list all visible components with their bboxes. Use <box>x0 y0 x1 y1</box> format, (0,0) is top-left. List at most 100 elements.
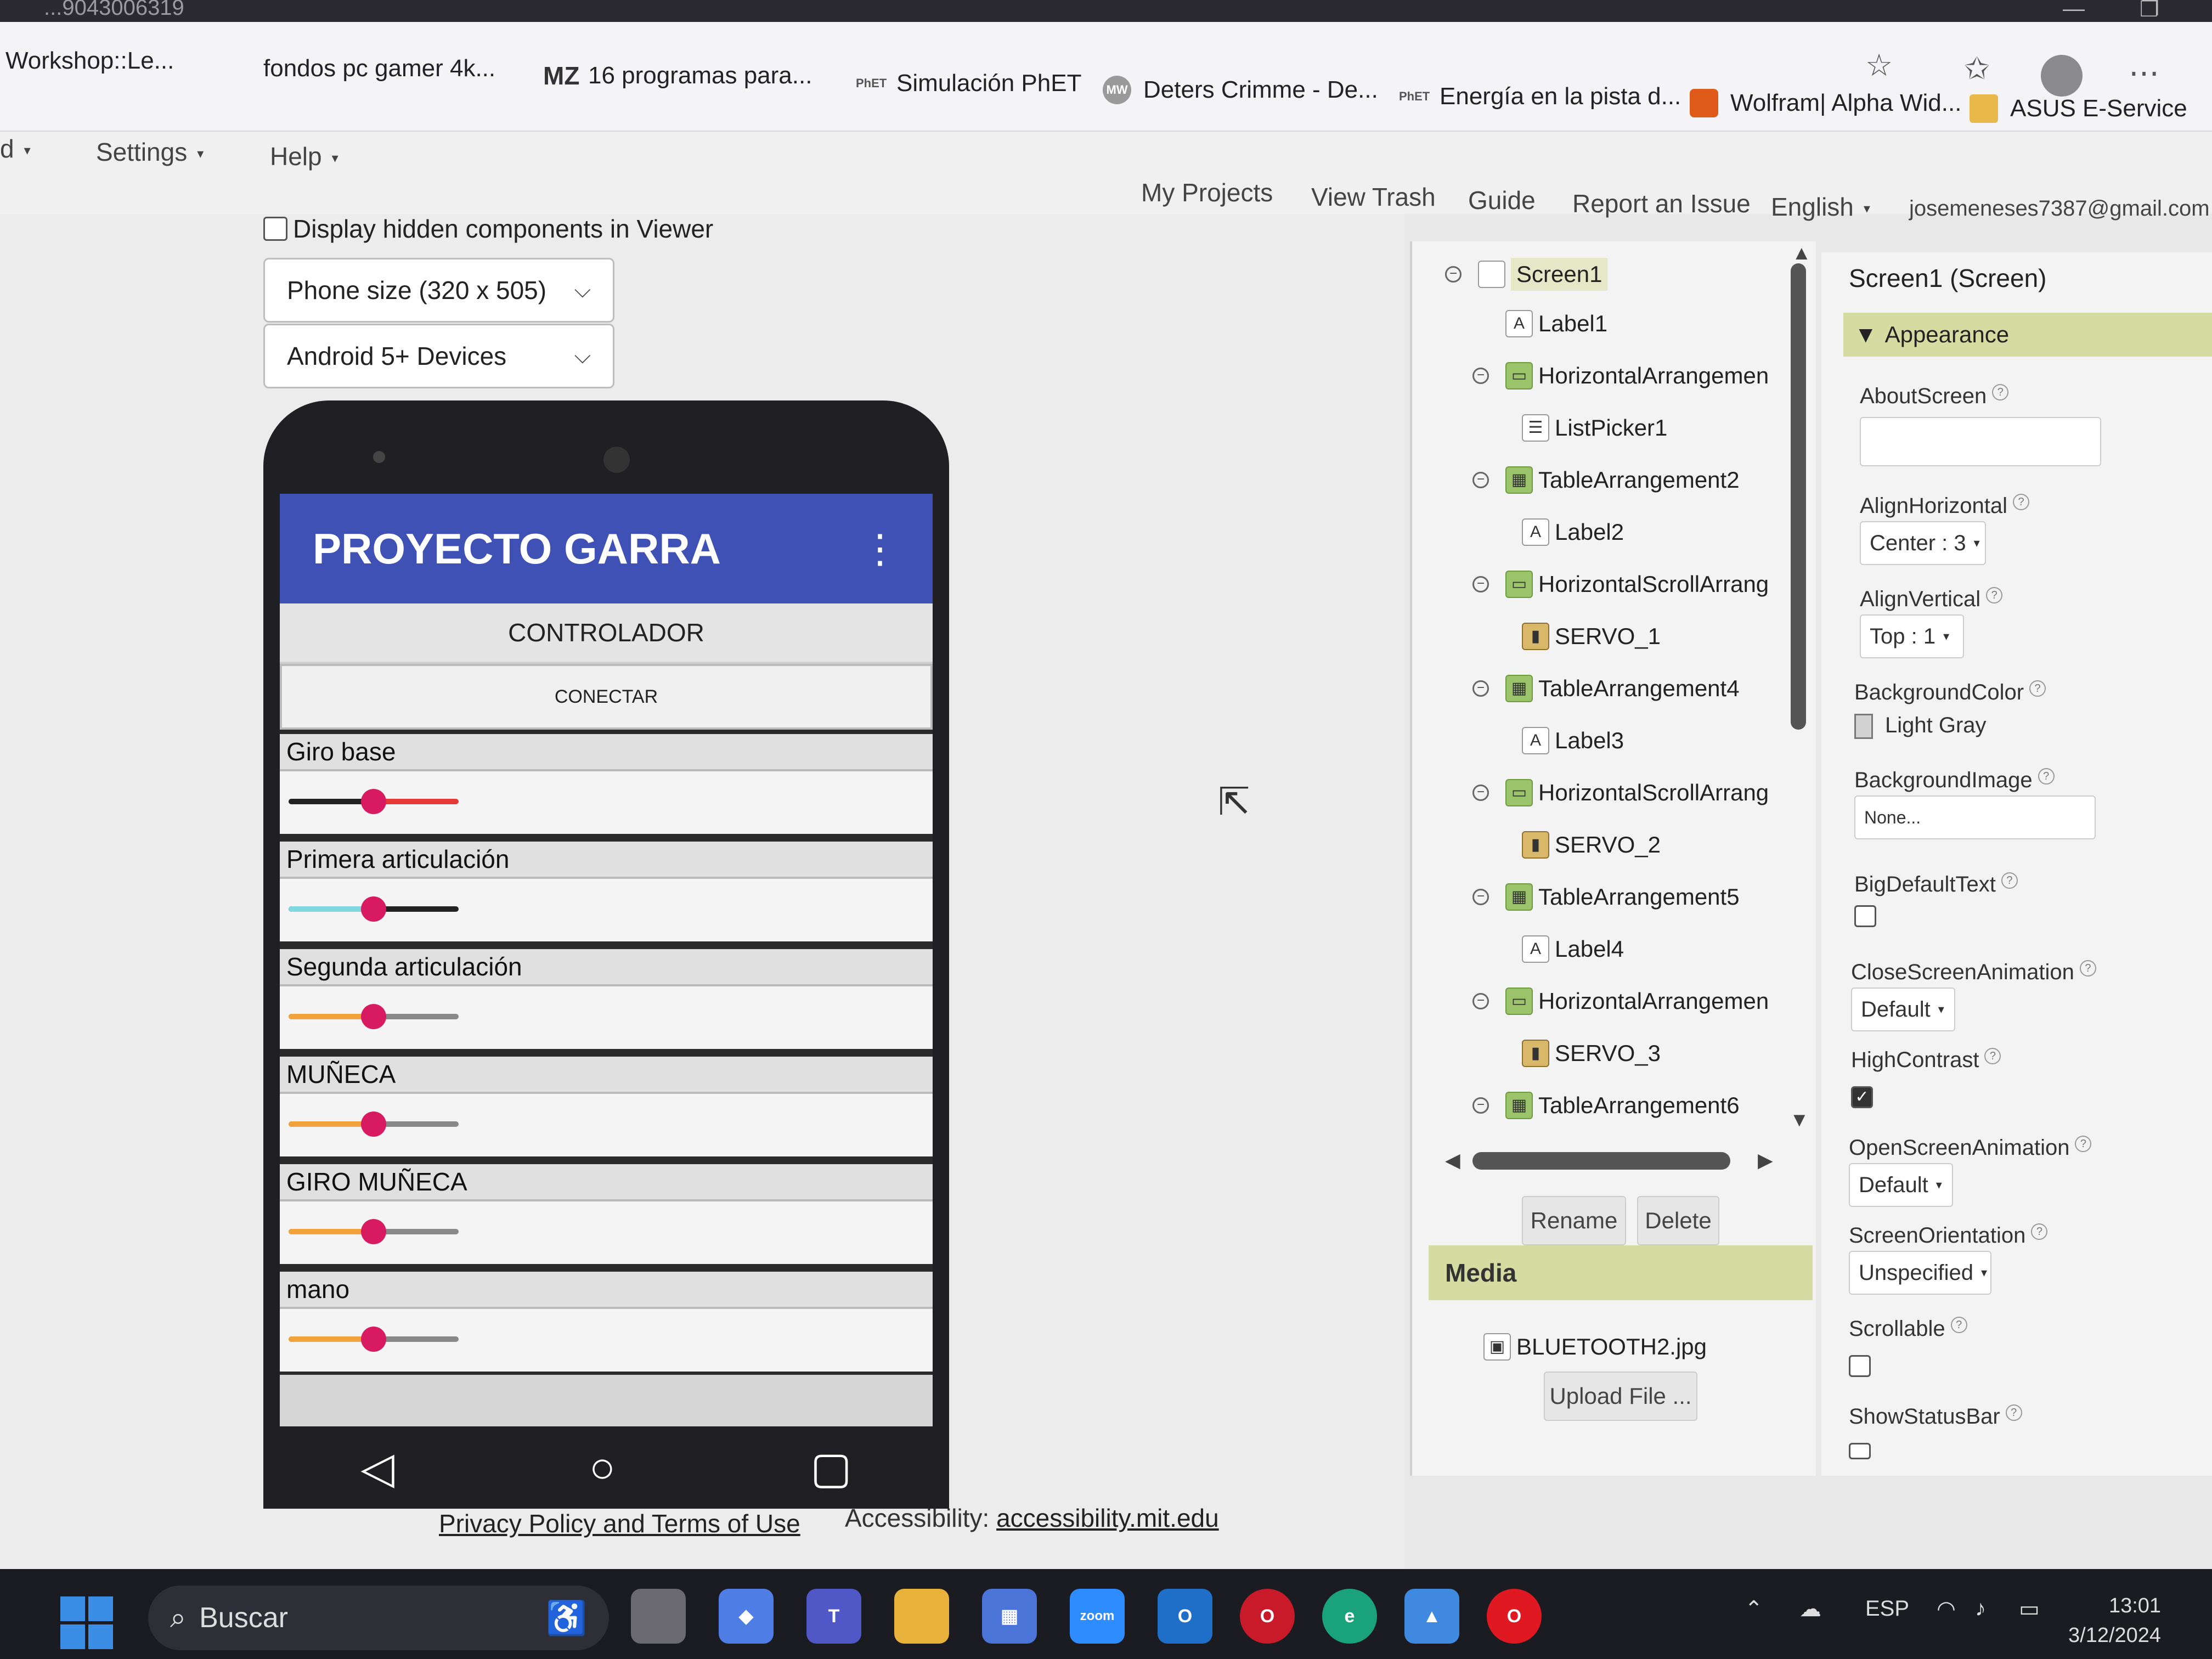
collapse-icon[interactable]: − <box>1472 993 1489 1009</box>
slider-track[interactable] <box>289 1111 459 1137</box>
back-icon[interactable]: ◁ <box>360 1442 394 1493</box>
tree-item[interactable]: − ▦ TableArrangement5 <box>1472 883 1740 911</box>
store-icon[interactable]: ▦ <box>982 1589 1037 1644</box>
collapse-icon[interactable]: − <box>1472 889 1489 905</box>
tree-item[interactable]: A Label2 <box>1522 518 1624 546</box>
collapse-icon[interactable]: − <box>1472 1097 1489 1114</box>
teams-icon[interactable]: T <box>806 1589 861 1644</box>
tree-item[interactable]: − ▭ HorizontalScrollArrang <box>1472 571 1769 598</box>
favorites-icon[interactable]: ✩ <box>1964 50 1990 87</box>
align-vertical-select[interactable]: Top : 1 ▾ <box>1860 614 1964 658</box>
slider-track[interactable] <box>289 896 459 922</box>
battery-icon[interactable]: ▭ <box>2019 1596 2040 1622</box>
slider-track[interactable] <box>289 1004 459 1029</box>
tree-vertical-scrollbar[interactable] <box>1791 263 1806 730</box>
controller-label[interactable]: CONTROLADOR <box>280 603 933 664</box>
row-label[interactable]: GIRO MUÑECA <box>280 1160 933 1201</box>
delete-button[interactable]: Delete <box>1637 1196 1719 1245</box>
show-status-bar-checkbox[interactable] <box>1849 1443 1871 1459</box>
file-explorer-icon[interactable] <box>894 1589 949 1644</box>
tree-item[interactable]: A Label3 <box>1522 727 1624 754</box>
bookmark-mz[interactable]: MZ 16 programas para... <box>543 61 812 90</box>
phone-size-select[interactable]: Phone size (320 x 505) ⌵ <box>263 258 614 323</box>
tree-item[interactable]: − Screen1 <box>1445 258 1608 291</box>
onedrive-icon[interactable]: ☁ <box>1799 1596 1821 1622</box>
restore-icon[interactable]: ❐ <box>2140 0 2159 22</box>
bookmark-energia[interactable]: PhET Energía en la pista d... <box>1399 82 1681 111</box>
background-image-picker[interactable]: None... <box>1854 795 2096 839</box>
tree-item[interactable]: − ▭ HorizontalArrangemen <box>1472 362 1769 390</box>
more-icon[interactable]: ⋯ <box>2129 55 2159 91</box>
row-label[interactable]: Primera articulación <box>280 837 933 879</box>
rename-button[interactable]: Rename <box>1522 1196 1626 1245</box>
open-animation-select[interactable]: Default ▾ <box>1849 1163 1953 1207</box>
account-email[interactable]: josemeneses7387@gmail.com <box>1909 196 2210 221</box>
menu-language[interactable]: English ▾ <box>1771 192 1870 222</box>
tree-item[interactable]: ☰ ListPicker1 <box>1522 414 1667 442</box>
tree-item[interactable]: − ▭ HorizontalScrollArrang <box>1472 779 1769 806</box>
bookmark-workshop[interactable]: Workshop::Le... <box>5 47 174 75</box>
slider-track[interactable] <box>289 1219 459 1244</box>
appearance-group[interactable]: ▼ Appearance <box>1843 313 2212 357</box>
system-clock[interactable]: 13:01 3/12/2024 <box>2068 1591 2161 1650</box>
tree-item[interactable]: ▮ SERVO_2 <box>1522 831 1661 859</box>
star-icon[interactable]: ☆ <box>1865 47 1893 83</box>
bookmark-wolfram[interactable]: Wolfram| Alpha Wid... <box>1690 89 1961 117</box>
tree-item[interactable]: ▮ SERVO_3 <box>1522 1040 1661 1067</box>
menu-guide[interactable]: Guide <box>1468 185 1536 215</box>
accessibility-link[interactable]: accessibility.mit.edu <box>996 1504 1219 1532</box>
menu-report-issue[interactable]: Report an Issue <box>1572 189 1751 218</box>
bookmark-deters[interactable]: MW Deters Crimme - De... <box>1103 76 1378 104</box>
menu-help[interactable]: Help ▾ <box>270 142 338 171</box>
scroll-left-icon[interactable]: ◀ <box>1445 1149 1460 1172</box>
opera-icon[interactable]: O <box>1487 1589 1542 1644</box>
screen-orientation-select[interactable]: Unspecified ▾ <box>1849 1251 1991 1295</box>
wifi-icon[interactable]: ◠ <box>1937 1596 1956 1622</box>
tree-item[interactable]: A Label1 <box>1505 310 1607 337</box>
row-label[interactable]: Segunda articulación <box>280 945 933 986</box>
bookmark-phet[interactable]: PhET Simulación PhET <box>856 69 1081 98</box>
overflow-menu-icon[interactable]: ⋮ <box>860 526 900 572</box>
slider-thumb[interactable] <box>361 1111 386 1137</box>
task-view-icon[interactable] <box>631 1589 686 1644</box>
media-file[interactable]: ▣ BLUETOOTH2.jpg <box>1483 1333 1707 1361</box>
collapse-icon[interactable]: − <box>1472 368 1489 384</box>
scroll-right-icon[interactable]: ▶ <box>1758 1149 1773 1172</box>
taskbar-search[interactable]: ⌕ Buscar ♿ <box>148 1585 609 1650</box>
scroll-down-icon[interactable]: ▼ <box>1790 1108 1809 1131</box>
upload-file-button[interactable]: Upload File ... <box>1544 1372 1697 1421</box>
row-label[interactable]: MUÑECA <box>280 1052 933 1094</box>
windows-start-icon[interactable] <box>60 1596 113 1649</box>
high-contrast-checkbox[interactable]: ✓ <box>1851 1086 1873 1108</box>
volume-icon[interactable]: ♪ <box>1975 1596 1986 1621</box>
row-label[interactable]: Giro base <box>280 730 933 771</box>
privacy-link[interactable]: Privacy Policy and Terms of Use <box>439 1509 800 1538</box>
outlook-icon[interactable]: O <box>1158 1589 1212 1644</box>
tree-item[interactable]: − ▭ HorizontalArrangemen <box>1472 988 1769 1015</box>
scroll-up-icon[interactable]: ▲ <box>1792 241 1812 264</box>
edge-icon[interactable]: e <box>1322 1589 1377 1644</box>
slider-thumb[interactable] <box>361 1004 386 1029</box>
profile-avatar[interactable] <box>2041 55 2083 97</box>
slider-thumb[interactable] <box>361 1219 386 1244</box>
tree-item[interactable]: − ▦ TableArrangement4 <box>1472 675 1740 702</box>
bookmark-fondos[interactable]: fondos pc gamer 4k... <box>263 55 495 82</box>
about-screen-textarea[interactable] <box>1860 417 2101 466</box>
collapse-icon[interactable]: − <box>1472 472 1489 488</box>
recents-icon[interactable]: ▢ <box>810 1442 852 1493</box>
slider-track[interactable] <box>289 1327 459 1352</box>
collapse-icon[interactable]: − <box>1472 576 1489 592</box>
menu-my-projects[interactable]: My Projects <box>1141 178 1273 207</box>
home-icon[interactable]: ○ <box>589 1442 616 1493</box>
tree-item[interactable]: A Label4 <box>1522 935 1624 963</box>
copilot-icon[interactable]: ◆ <box>719 1589 774 1644</box>
big-default-text-checkbox[interactable] <box>1854 905 1876 927</box>
slider-thumb[interactable] <box>361 896 386 922</box>
hidden-components-toggle[interactable]: Display hidden components in Viewer <box>263 214 713 244</box>
tree-item[interactable]: ▮ SERVO_1 <box>1522 623 1661 650</box>
device-select[interactable]: Android 5+ Devices ⌵ <box>263 324 614 388</box>
slider-thumb[interactable] <box>361 1327 386 1352</box>
slider-thumb[interactable] <box>361 789 386 814</box>
hidden-components-checkbox[interactable] <box>263 217 287 241</box>
photos-icon[interactable]: ▲ <box>1404 1589 1459 1644</box>
